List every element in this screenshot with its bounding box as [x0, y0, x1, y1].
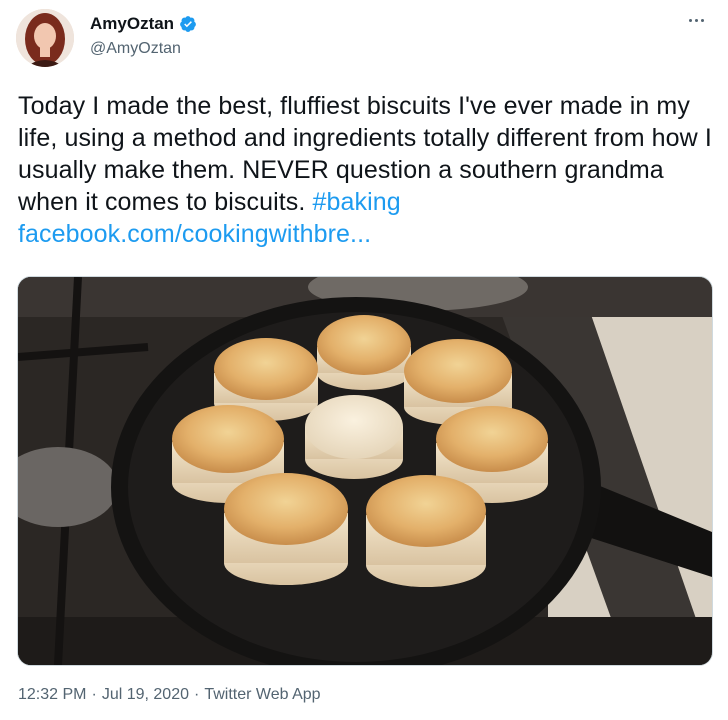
hashtag-link[interactable]: #baking [313, 188, 401, 216]
more-options-icon[interactable] [682, 10, 710, 30]
meta-separator: · [91, 686, 97, 703]
tweet-time[interactable]: 12:32 PM [18, 686, 86, 704]
tweet-meta: 12:32 PM · Jul 19, 2020 · Twitter Web Ap… [18, 686, 321, 704]
tweet-photo[interactable] [17, 276, 713, 666]
external-link[interactable]: facebook.com/cookingwithbre... [18, 220, 371, 248]
user-handle[interactable]: @AmyOztan [90, 40, 181, 58]
meta-separator: · [194, 686, 200, 703]
avatar[interactable] [16, 9, 74, 67]
verified-badge-icon [180, 16, 196, 32]
display-name[interactable]: AmyOztan [90, 14, 197, 34]
tweet-text: Today I made the best, fluffiest biscuit… [18, 90, 713, 250]
tweet-date[interactable]: Jul 19, 2020 [102, 686, 189, 704]
biscuits-skillet-image [18, 277, 712, 665]
tweet-source[interactable]: Twitter Web App [204, 686, 320, 704]
display-name-text[interactable]: AmyOztan [90, 14, 174, 34]
